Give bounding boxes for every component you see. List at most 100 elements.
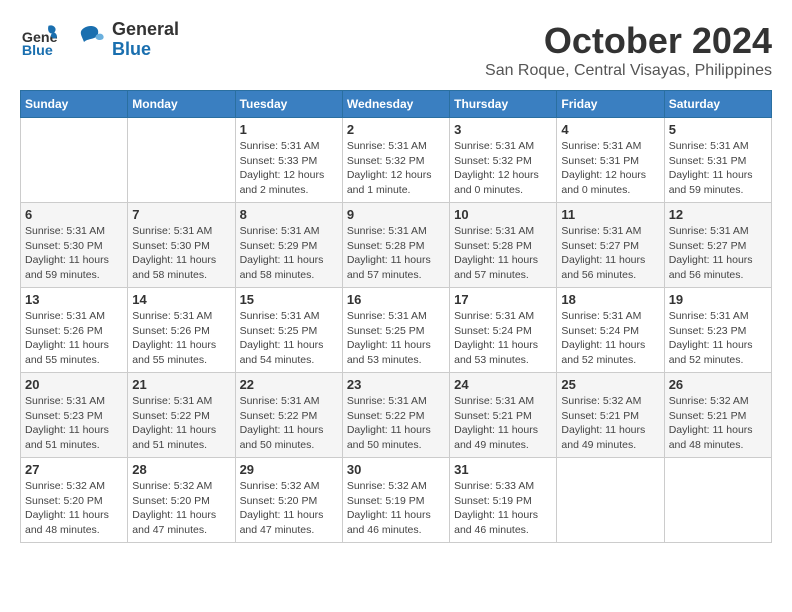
calendar-cell [128,118,235,203]
logo-general: General [112,20,179,40]
month-title: October 2024 [485,20,772,62]
calendar-cell: 9Sunrise: 5:31 AMSunset: 5:28 PMDaylight… [342,203,449,288]
day-info: Sunrise: 5:31 AMSunset: 5:31 PMDaylight:… [669,139,767,198]
day-info: Sunrise: 5:32 AMSunset: 5:19 PMDaylight:… [347,479,445,538]
calendar-week-2: 6 Sunrise: 5:31 AMSunset: 5:30 PMDaylight… [21,203,772,288]
calendar-cell: 3Sunrise: 5:31 AMSunset: 5:32 PMDaylight… [450,118,557,203]
day-number: 14 [132,292,230,307]
day-info: Sunrise: 5:32 AMSunset: 5:20 PMDaylight:… [240,479,338,538]
calendar-cell: 4 Sunrise: 5:31 AMSunset: 5:31 PMDaylight… [557,118,664,203]
calendar-cell [21,118,128,203]
day-number: 6 [25,207,123,222]
calendar-cell: 11Sunrise: 5:31 AMSunset: 5:27 PMDayligh… [557,203,664,288]
title-block: October 2024 San Roque, Central Visayas,… [485,20,772,80]
svg-text:Blue: Blue [22,43,53,59]
calendar-cell: 29 Sunrise: 5:32 AMSunset: 5:20 PMDayligh… [235,458,342,543]
calendar-cell: 10Sunrise: 5:31 AMSunset: 5:28 PMDayligh… [450,203,557,288]
day-number: 25 [561,377,659,392]
calendar-cell: 22 Sunrise: 5:31 AMSunset: 5:22 PMDayligh… [235,373,342,458]
day-number: 28 [132,462,230,477]
day-info: Sunrise: 5:31 AMSunset: 5:33 PMDaylight:… [240,139,338,198]
day-info: Sunrise: 5:31 AMSunset: 5:24 PMDaylight:… [454,309,552,368]
calendar-cell: 26 Sunrise: 5:32 AMSunset: 5:21 PMDayligh… [664,373,771,458]
day-info: Sunrise: 5:31 AMSunset: 5:22 PMDaylight:… [347,394,445,453]
day-info: Sunrise: 5:32 AMSunset: 5:20 PMDaylight:… [132,479,230,538]
day-info: Sunrise: 5:32 AMSunset: 5:21 PMDaylight:… [561,394,659,453]
day-info: Sunrise: 5:31 AMSunset: 5:32 PMDaylight:… [347,139,445,198]
day-header-sunday: Sunday [21,91,128,118]
calendar-week-5: 27 Sunrise: 5:32 AMSunset: 5:20 PMDayligh… [21,458,772,543]
calendar-cell: 23Sunrise: 5:31 AMSunset: 5:22 PMDayligh… [342,373,449,458]
page-header: General Blue General Blue General Blue O… [20,20,772,80]
day-number: 8 [240,207,338,222]
day-info: Sunrise: 5:31 AMSunset: 5:27 PMDaylight:… [561,224,659,283]
calendar-week-1: 1 Sunrise: 5:31 AMSunset: 5:33 PMDaylight… [21,118,772,203]
day-number: 1 [240,122,338,137]
day-number: 5 [669,122,767,137]
day-info: Sunrise: 5:32 AMSunset: 5:21 PMDaylight:… [669,394,767,453]
day-number: 17 [454,292,552,307]
day-info: Sunrise: 5:31 AMSunset: 5:29 PMDaylight:… [240,224,338,283]
day-number: 2 [347,122,445,137]
day-number: 15 [240,292,338,307]
calendar-cell: 17 Sunrise: 5:31 AMSunset: 5:24 PMDayligh… [450,288,557,373]
day-info: Sunrise: 5:32 AMSunset: 5:20 PMDaylight:… [25,479,123,538]
day-number: 16 [347,292,445,307]
day-number: 7 [132,207,230,222]
day-number: 24 [454,377,552,392]
day-info: Sunrise: 5:31 AMSunset: 5:30 PMDaylight:… [25,224,123,283]
calendar-cell: 18 Sunrise: 5:31 AMSunset: 5:24 PMDayligh… [557,288,664,373]
day-number: 4 [561,122,659,137]
calendar-cell: 25 Sunrise: 5:32 AMSunset: 5:21 PMDayligh… [557,373,664,458]
day-info: Sunrise: 5:31 AMSunset: 5:28 PMDaylight:… [454,224,552,283]
calendar-cell: 6 Sunrise: 5:31 AMSunset: 5:30 PMDaylight… [21,203,128,288]
calendar-week-4: 20 Sunrise: 5:31 AMSunset: 5:23 PMDayligh… [21,373,772,458]
day-info: Sunrise: 5:31 AMSunset: 5:26 PMDaylight:… [25,309,123,368]
day-number: 19 [669,292,767,307]
day-header-tuesday: Tuesday [235,91,342,118]
day-info: Sunrise: 5:31 AMSunset: 5:24 PMDaylight:… [561,309,659,368]
day-info: Sunrise: 5:31 AMSunset: 5:30 PMDaylight:… [132,224,230,283]
calendar-cell [557,458,664,543]
calendar-cell: 2 Sunrise: 5:31 AMSunset: 5:32 PMDaylight… [342,118,449,203]
calendar-cell: 1 Sunrise: 5:31 AMSunset: 5:33 PMDaylight… [235,118,342,203]
calendar-cell: 27 Sunrise: 5:32 AMSunset: 5:20 PMDayligh… [21,458,128,543]
calendar-cell: 30 Sunrise: 5:32 AMSunset: 5:19 PMDayligh… [342,458,449,543]
calendar-cell: 28 Sunrise: 5:32 AMSunset: 5:20 PMDayligh… [128,458,235,543]
day-info: Sunrise: 5:31 AMSunset: 5:26 PMDaylight:… [132,309,230,368]
calendar-cell: 14 Sunrise: 5:31 AMSunset: 5:26 PMDayligh… [128,288,235,373]
calendar-cell: 19 Sunrise: 5:31 AMSunset: 5:23 PMDayligh… [664,288,771,373]
day-info: Sunrise: 5:31 AMSunset: 5:22 PMDaylight:… [132,394,230,453]
day-number: 20 [25,377,123,392]
calendar-cell: 24 Sunrise: 5:31 AMSunset: 5:21 PMDayligh… [450,373,557,458]
calendar-table: SundayMondayTuesdayWednesdayThursdayFrid… [20,90,772,543]
day-header-thursday: Thursday [450,91,557,118]
day-info: Sunrise: 5:31 AMSunset: 5:22 PMDaylight:… [240,394,338,453]
day-info: Sunrise: 5:31 AMSunset: 5:23 PMDaylight:… [669,309,767,368]
day-info: Sunrise: 5:31 AMSunset: 5:32 PMDaylight:… [454,139,552,198]
logo-blue: Blue [112,40,179,60]
day-info: Sunrise: 5:31 AMSunset: 5:25 PMDaylight:… [347,309,445,368]
day-number: 22 [240,377,338,392]
day-number: 27 [25,462,123,477]
day-number: 29 [240,462,338,477]
day-header-saturday: Saturday [664,91,771,118]
day-info: Sunrise: 5:31 AMSunset: 5:27 PMDaylight:… [669,224,767,283]
day-info: Sunrise: 5:33 AMSunset: 5:19 PMDaylight:… [454,479,552,538]
day-number: 30 [347,462,445,477]
calendar-cell [664,458,771,543]
day-info: Sunrise: 5:31 AMSunset: 5:21 PMDaylight:… [454,394,552,453]
day-info: Sunrise: 5:31 AMSunset: 5:31 PMDaylight:… [561,139,659,198]
day-info: Sunrise: 5:31 AMSunset: 5:23 PMDaylight:… [25,394,123,453]
day-number: 18 [561,292,659,307]
calendar-cell: 7 Sunrise: 5:31 AMSunset: 5:30 PMDaylight… [128,203,235,288]
calendar-cell: 5 Sunrise: 5:31 AMSunset: 5:31 PMDaylight… [664,118,771,203]
calendar-cell: 31Sunrise: 5:33 AMSunset: 5:19 PMDayligh… [450,458,557,543]
day-header-monday: Monday [128,91,235,118]
logo-bird-svg [62,20,106,60]
calendar-cell: 15Sunrise: 5:31 AMSunset: 5:25 PMDayligh… [235,288,342,373]
day-number: 13 [25,292,123,307]
location-subtitle: San Roque, Central Visayas, Philippines [485,62,772,80]
day-header-wednesday: Wednesday [342,91,449,118]
day-number: 26 [669,377,767,392]
